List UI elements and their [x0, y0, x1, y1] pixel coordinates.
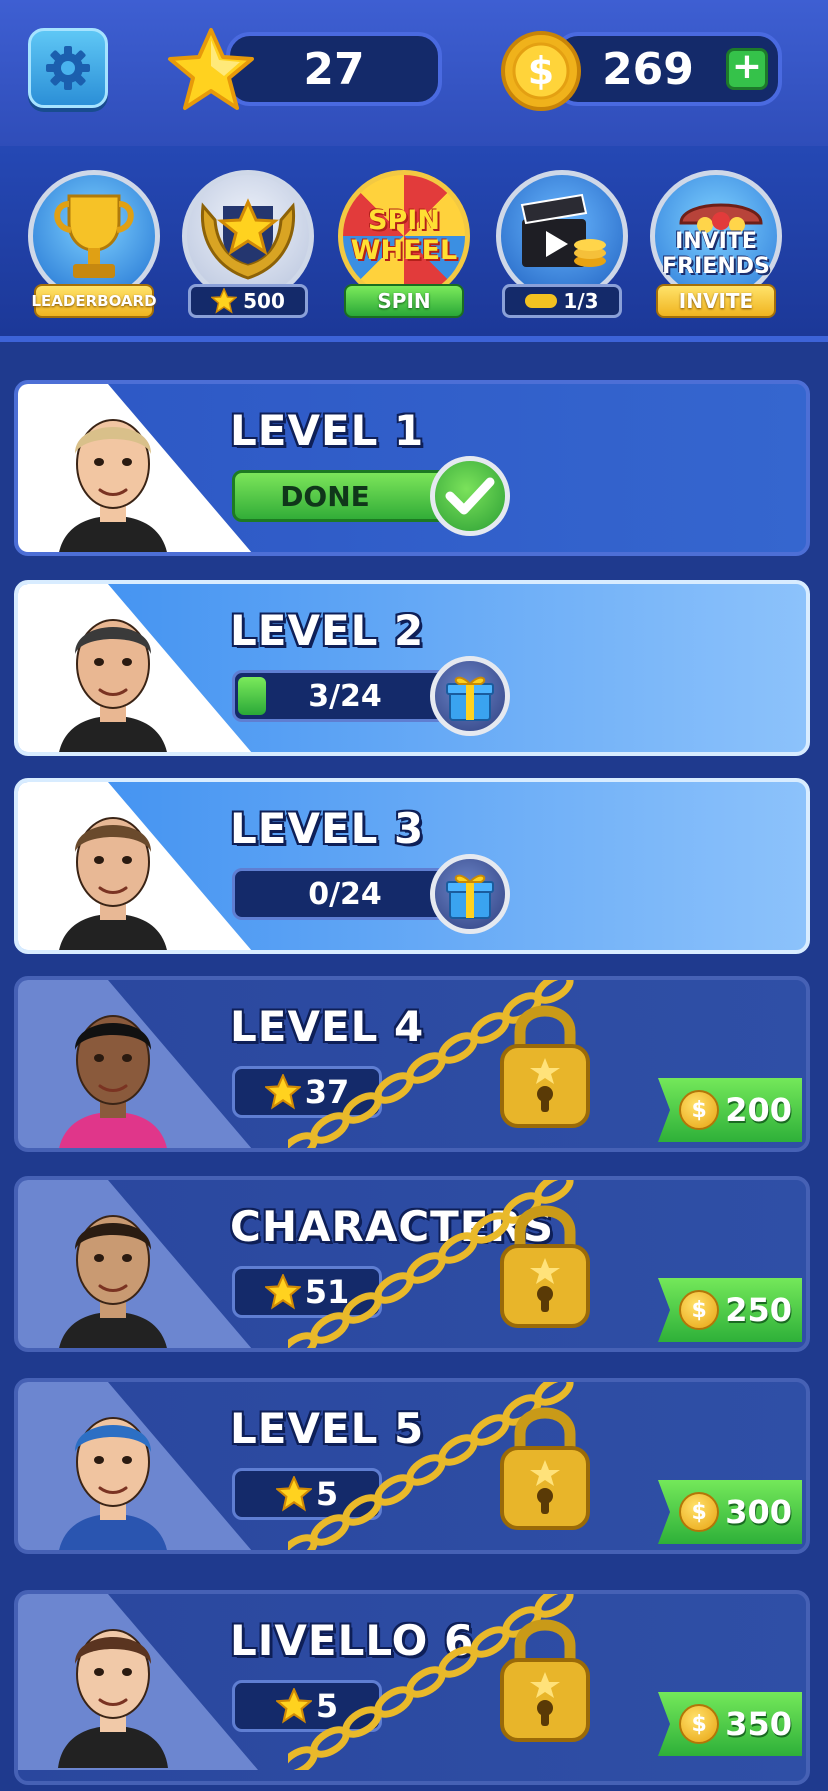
chain-lock-icon	[288, 1594, 590, 1770]
level-title: LEVEL 1	[230, 406, 425, 455]
checkmark-icon	[445, 477, 495, 515]
invite-friends-button[interactable]: INVITE FRIENDS INVITE	[646, 170, 786, 320]
level-card[interactable]: LIVELLO 6 5 $350	[14, 1590, 810, 1785]
coin-icon: $	[679, 1290, 720, 1330]
watch-video-badge	[496, 170, 628, 302]
star-reward-badge	[182, 170, 314, 302]
level-card[interactable]: CHARACTERS 51 $250	[14, 1176, 810, 1352]
unlock-price-button[interactable]: $250	[658, 1278, 802, 1342]
star-icon	[168, 28, 254, 110]
unlock-price-button[interactable]: $300	[658, 1480, 802, 1544]
watch-video-button[interactable]: 1/3	[492, 170, 632, 320]
chain-lock-icon	[288, 980, 590, 1148]
invite-art-line1: INVITE	[675, 229, 757, 254]
star-icon	[211, 288, 238, 314]
unlock-price-button[interactable]: $200	[658, 1078, 802, 1142]
level-title: LEVEL 2	[230, 606, 425, 655]
level-reward-button[interactable]	[430, 656, 510, 736]
done-status-bar: DONE	[232, 470, 458, 522]
spin-wheel-art-line2: WHEEL	[350, 235, 458, 266]
celebrity-portrait	[59, 619, 167, 752]
coin-icon: $	[679, 1090, 720, 1130]
coin-icon: $	[679, 1492, 720, 1532]
svg-text:$: $	[528, 49, 554, 93]
level-progress-bar: 3/24	[232, 670, 458, 722]
coin-icon: $	[679, 1704, 720, 1744]
spin-label: SPIN	[344, 284, 464, 318]
gear-icon	[46, 46, 90, 90]
star-reward-button[interactable]: 500	[178, 170, 318, 320]
settings-button[interactable]	[28, 28, 108, 108]
unlock-price-value: 200	[725, 1091, 792, 1129]
level-card[interactable]: LEVEL 3 0/24	[14, 778, 810, 954]
chain-lock-icon	[288, 1180, 590, 1348]
level-card[interactable]: LEVEL 4 37 $200	[14, 976, 810, 1152]
celebrity-portrait	[59, 817, 167, 950]
spin-wheel-button[interactable]: SPIN WHEEL SPIN	[334, 170, 474, 320]
spin-wheel-art-line1: SPIN	[368, 205, 440, 236]
level-card[interactable]: LEVEL 1 DONE	[14, 380, 810, 556]
watch-video-progress: 1/3	[502, 284, 622, 318]
stars-count: 27	[303, 43, 365, 95]
gift-icon	[446, 874, 494, 919]
stars-counter: 27	[226, 32, 442, 106]
unlock-price-value: 250	[725, 1291, 792, 1329]
coins-count: 269	[602, 43, 694, 95]
add-coins-button[interactable]: +	[726, 48, 768, 90]
video-coins-icon	[520, 193, 606, 267]
progress-fill	[238, 677, 266, 715]
star-reward-label: 500	[188, 284, 308, 318]
unlock-price-value: 350	[725, 1705, 792, 1743]
celebrity-portrait	[59, 1015, 167, 1148]
leaderboard-label: LEADERBOARD	[31, 284, 157, 318]
video-progress-fill	[525, 294, 558, 308]
coin-icon: $	[501, 31, 581, 111]
leaderboard-badge	[28, 170, 160, 302]
invite-friends-badge: INVITE FRIENDS	[650, 170, 782, 302]
unlock-price-button[interactable]: $350	[658, 1692, 802, 1756]
unlock-price-value: 300	[725, 1493, 792, 1531]
level-reward-button[interactable]	[430, 854, 510, 934]
chain-lock-icon	[288, 1382, 590, 1550]
invite-label: INVITE	[656, 284, 776, 318]
plus-icon: +	[731, 46, 763, 87]
level-card[interactable]: LEVEL 2 3/24	[14, 580, 810, 756]
level-card[interactable]: LEVEL 5 5 $300	[14, 1378, 810, 1554]
winged-star-badge-icon	[200, 198, 296, 280]
gift-icon	[446, 676, 494, 721]
star-reward-value: 500	[243, 289, 285, 313]
level-title: LEVEL 3	[230, 804, 425, 853]
done-label: DONE	[280, 479, 370, 513]
completed-check-badge	[430, 456, 510, 536]
celebrity-portrait	[59, 1215, 167, 1348]
video-progress-label: 1/3	[563, 289, 599, 313]
celebrity-portrait	[59, 419, 167, 552]
trophy-icon	[54, 194, 134, 278]
level-progress-bar: 0/24	[232, 868, 458, 920]
invite-art-line2: FRIENDS	[662, 254, 770, 279]
leaderboard-button[interactable]: LEADERBOARD	[24, 170, 164, 320]
spin-wheel-badge: SPIN WHEEL	[338, 170, 470, 302]
celebrity-portrait	[58, 1629, 168, 1768]
progress-label: 0/24	[308, 876, 382, 912]
progress-label: 3/24	[308, 678, 382, 714]
celebrity-portrait	[59, 1417, 167, 1550]
